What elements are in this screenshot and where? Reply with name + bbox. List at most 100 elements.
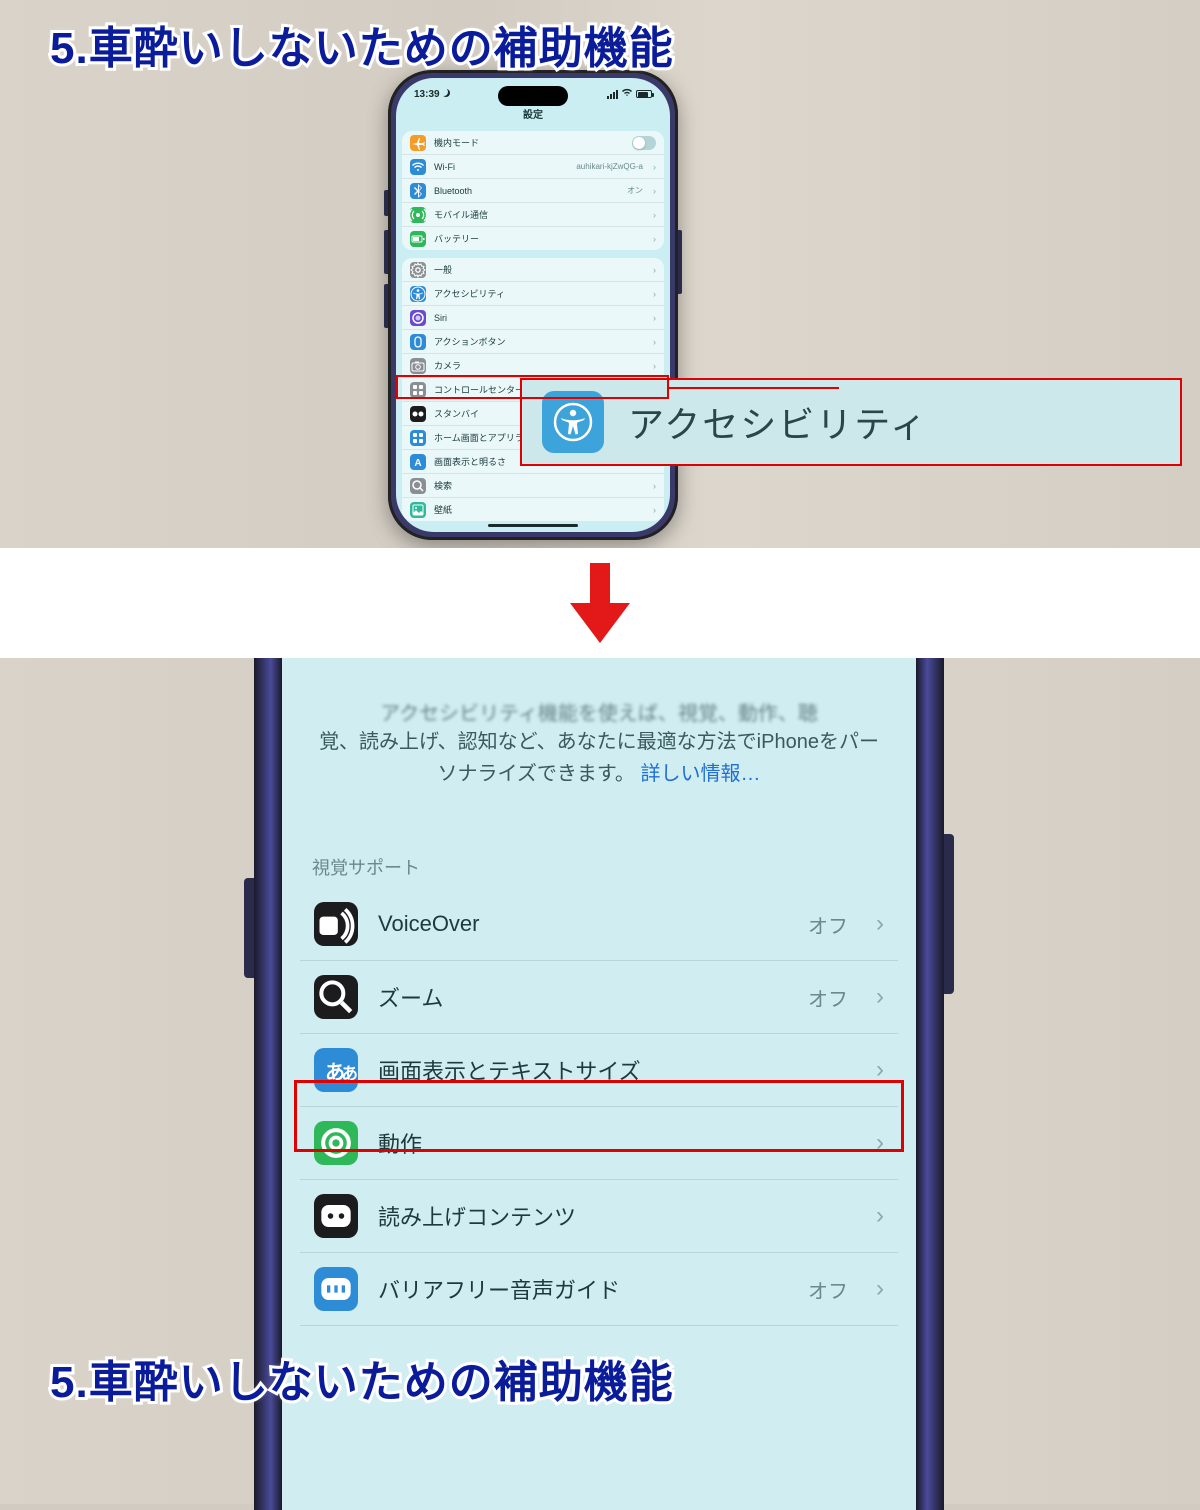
settings-row-アクセシビリティ[interactable]: アクセシビリティ › <box>402 282 664 306</box>
panel-bottom: 5.車酔いしないための補助機能 アクセシビリティ機能を使えば、視覚、動作、聴 覚… <box>0 658 1200 1510</box>
standby-icon <box>410 406 426 422</box>
panel-top: 5.車酔いしないための補助機能 13:39 設定 機内モードWi-Fiauhik… <box>0 0 1200 548</box>
accessibility-icon <box>410 286 426 302</box>
row-value: オン <box>627 185 643 196</box>
chevron-right-icon: › <box>876 1275 884 1303</box>
row-label: 検索 <box>434 479 645 492</box>
chevron-right-icon: › <box>653 313 656 323</box>
dynamic-island <box>498 86 568 106</box>
row-label: カメラ <box>434 359 645 372</box>
chevron-right-icon: › <box>876 1056 884 1084</box>
accessibility-row-画面表示とテキストサイズ[interactable]: ああ画面表示とテキストサイズ › <box>300 1034 898 1107</box>
phone-small: 13:39 設定 機内モードWi-Fiauhikari-kjZwQG-a›Blu… <box>388 70 678 540</box>
battery-icon <box>410 231 426 247</box>
cell-icon <box>410 207 426 223</box>
control-icon <box>410 382 426 398</box>
settings-row-カメラ[interactable]: カメラ › <box>402 354 664 378</box>
gear-icon <box>410 262 426 278</box>
dnd-icon <box>442 89 450 97</box>
row-label: バッテリー <box>434 232 645 245</box>
chevron-right-icon: › <box>653 289 656 299</box>
chevron-right-icon: › <box>653 162 656 172</box>
row-label: 動作 <box>378 1127 856 1159</box>
row-label: VoiceOver <box>378 911 788 937</box>
camera-icon <box>410 358 426 374</box>
arrow-down <box>0 548 1200 658</box>
chevron-right-icon: › <box>876 1202 884 1230</box>
signal-icon <box>607 90 618 99</box>
row-label: 一般 <box>434 263 645 276</box>
settings-row-バッテリー[interactable]: バッテリー › <box>402 227 664 250</box>
chevron-right-icon: › <box>653 505 656 515</box>
battery-icon <box>636 90 652 98</box>
motion-icon <box>314 1121 358 1165</box>
row-label: モバイル通信 <box>434 208 645 221</box>
row-label: バリアフリー音声ガイド <box>378 1273 788 1305</box>
settings-row-Siri[interactable]: Siri › <box>402 306 664 330</box>
accessibility-description: アクセシビリティ機能を使えば、視覚、動作、聴 覚、読み上げ、認知など、あなたに最… <box>282 658 916 808</box>
chevron-right-icon: › <box>653 361 656 371</box>
wallpaper-icon <box>410 502 426 518</box>
wifi-icon <box>410 159 426 175</box>
row-label: 機内モード <box>434 136 624 149</box>
section-header-visual: 視覚サポート <box>282 808 916 888</box>
visual-support-list: VoiceOverオフ›ズームオフ›ああ画面表示とテキストサイズ›動作›読み上げ… <box>300 888 898 1326</box>
home-indicator <box>488 524 578 527</box>
row-value: オフ <box>808 910 848 939</box>
settings-row-壁紙[interactable]: 壁紙› <box>402 498 664 521</box>
accessibility-callout: アクセシビリティ <box>522 380 1180 464</box>
action-icon <box>410 334 426 350</box>
bluetooth-icon <box>410 183 426 199</box>
accessibility-row-VoiceOver[interactable]: VoiceOverオフ› <box>300 888 898 961</box>
settings-row-機内モード[interactable]: 機内モード <box>402 131 664 155</box>
row-label: アクションボタン <box>434 335 645 348</box>
settings-row-モバイル通信[interactable]: モバイル通信 › <box>402 203 664 227</box>
settings-title: 設定 <box>396 106 670 121</box>
settings-group-1: 機内モードWi-Fiauhikari-kjZwQG-a›Bluetoothオン›… <box>402 131 664 250</box>
row-label: 画面表示とテキストサイズ <box>378 1054 856 1086</box>
row-label: 読み上げコンテンツ <box>378 1200 856 1232</box>
chevron-right-icon: › <box>653 186 656 196</box>
callout-connector <box>669 387 839 389</box>
voiceover-icon <box>314 902 358 946</box>
chevron-right-icon: › <box>653 234 656 244</box>
row-value: オフ <box>808 1275 848 1304</box>
row-label: アクセシビリティ <box>434 287 645 300</box>
more-info-link[interactable]: 詳しい情報… <box>640 763 760 785</box>
accessibility-row-動作[interactable]: 動作 › <box>300 1107 898 1180</box>
display-icon: A <box>410 454 426 470</box>
speak-icon <box>314 1194 358 1238</box>
audio-desc-icon <box>314 1267 358 1311</box>
settings-row-一般[interactable]: 一般 › <box>402 258 664 282</box>
wifi-status-icon <box>621 88 633 100</box>
settings-row-Bluetooth[interactable]: Bluetooth オン › <box>402 179 664 203</box>
accessibility-row-バリアフリー音声ガイド[interactable]: バリアフリー音声ガイドオフ › <box>300 1253 898 1326</box>
chevron-right-icon: › <box>653 265 656 275</box>
callout-label: アクセシビリティ <box>628 396 928 448</box>
row-label: Siri <box>434 313 645 323</box>
caption-top: 5.車酔いしないための補助機能 <box>50 12 674 76</box>
caption-bottom: 5.車酔いしないための補助機能 <box>50 1346 674 1410</box>
chevron-right-icon: › <box>653 481 656 491</box>
siri-icon <box>410 310 426 326</box>
svg-text:A: A <box>414 458 421 469</box>
chevron-right-icon: › <box>876 1129 884 1157</box>
accessibility-row-読み上げコンテンツ[interactable]: 読み上げコンテンツ › <box>300 1180 898 1253</box>
settings-row-Wi-Fi[interactable]: Wi-Fiauhikari-kjZwQG-a› <box>402 155 664 179</box>
zoom-icon <box>314 975 358 1019</box>
toggle[interactable] <box>632 136 656 150</box>
chevron-right-icon: › <box>653 210 656 220</box>
row-value: auhikari-kjZwQG-a <box>576 162 643 171</box>
textsize-icon: ああ <box>314 1048 358 1092</box>
status-time: 13:39 <box>414 89 440 100</box>
search-icon <box>410 478 426 494</box>
home-icon <box>410 430 426 446</box>
row-label: Bluetooth <box>434 186 619 196</box>
settings-row-アクションボタン[interactable]: アクションボタン› <box>402 330 664 354</box>
row-label: ズーム <box>378 981 788 1013</box>
airplane-icon <box>410 135 426 151</box>
chevron-right-icon: › <box>876 983 884 1011</box>
row-value: オフ <box>808 983 848 1012</box>
accessibility-row-ズーム[interactable]: ズームオフ › <box>300 961 898 1034</box>
settings-row-検索[interactable]: 検索 › <box>402 474 664 498</box>
